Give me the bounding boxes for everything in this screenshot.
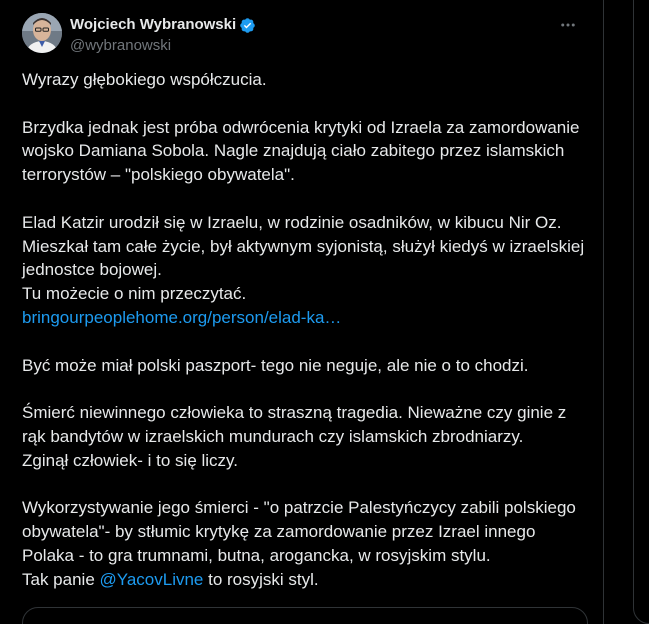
tweet-header: Wojciech Wybranowski @wybranowski	[22, 13, 592, 57]
tweet-paragraph-3: Elad Katzir urodził się w Izraelu, w rod…	[22, 211, 592, 330]
tweet-paragraph-1: Wyrazy głębokiego współczucia.	[22, 70, 267, 89]
tweet-paragraph-5: Śmierć niewinnego człowieka to straszną …	[22, 401, 592, 472]
tweet-text: Wyrazy głębokiego współczucia. Brzydka j…	[22, 68, 592, 592]
tweet-paragraph-4: Być może miał polski paszport- tego nie …	[22, 355, 529, 375]
author-block: Wojciech Wybranowski @wybranowski	[70, 15, 256, 56]
author-display-name[interactable]: Wojciech Wybranowski	[70, 15, 236, 35]
tweet-paragraph-5-text: Śmierć niewinnego człowieka to straszną …	[22, 403, 567, 446]
tweet-paragraph-3-line2: Tu możecie o nim przeczytać.	[22, 284, 247, 304]
author-handle[interactable]: @wybranowski	[70, 36, 256, 56]
tweet-link[interactable]: bringourpeoplehome.org/person/elad-ka…	[22, 308, 341, 327]
tweet-paragraph-6-text: Wykorzystywanie jego śmierci - "o patrzc…	[22, 498, 576, 565]
tweet-paragraph-6: Wykorzystywanie jego śmierci - "o patrzc…	[22, 496, 592, 591]
tweet-paragraph-2: Brzydka jednak jest próba odwrócenia kry…	[22, 117, 580, 185]
embedded-card[interactable]	[22, 607, 588, 624]
tweet-paragraph-6-before: Tak panie	[22, 569, 100, 589]
avatar[interactable]	[22, 13, 62, 53]
mention-link[interactable]: @YacovLivne	[100, 570, 204, 589]
tweet-paragraph-5-line2: Zginął człowiek- i to się liczy.	[22, 450, 239, 470]
more-horizontal-icon[interactable]	[558, 15, 578, 35]
tweet-column: Wojciech Wybranowski @wybranowski Wyrazy…	[0, 0, 604, 624]
tweet-paragraph-6-after: to rosyjski styl.	[203, 569, 319, 589]
tweet-paragraph-3-text: Elad Katzir urodził się w Izraelu, w rod…	[22, 212, 585, 280]
verified-badge-icon[interactable]	[239, 17, 256, 34]
display-name-row: Wojciech Wybranowski	[70, 15, 256, 35]
avatar-image	[22, 13, 62, 53]
right-sidebar-panel	[633, 0, 649, 624]
